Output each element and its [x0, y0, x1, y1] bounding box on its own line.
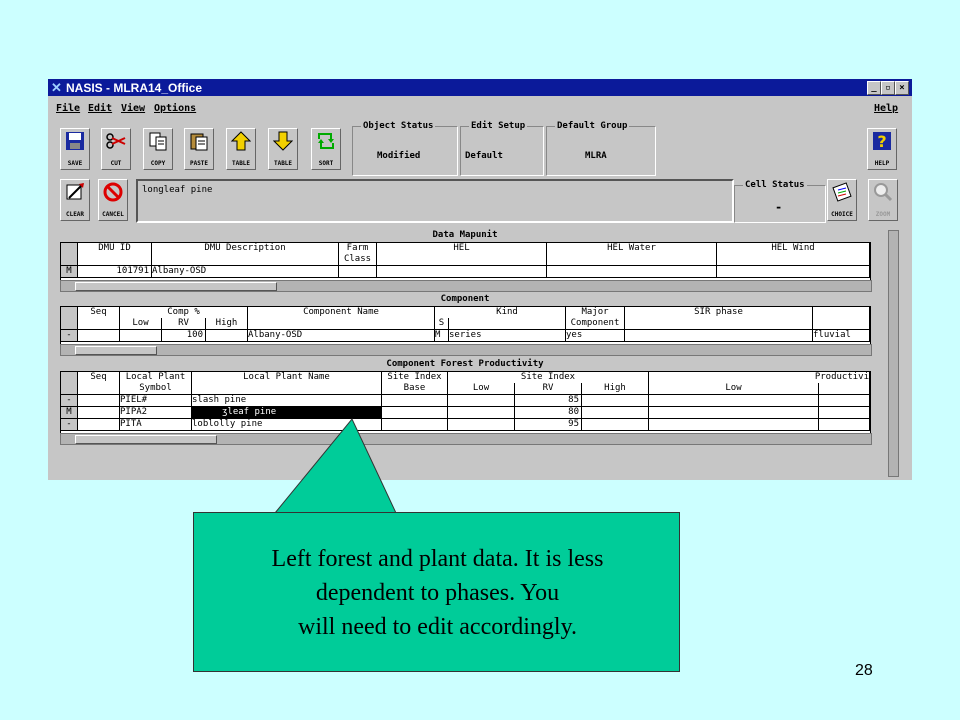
callout-line-2: dependent to phases. You — [315, 580, 560, 606]
callout-line-1: Left forest and plant data. It is less — [271, 546, 604, 572]
slide-number: 28 — [855, 662, 873, 679]
callout-box: Left forest and plant data. It is less d… — [193, 512, 680, 672]
callout-line-3: will need to edit accordingly. — [297, 614, 578, 640]
